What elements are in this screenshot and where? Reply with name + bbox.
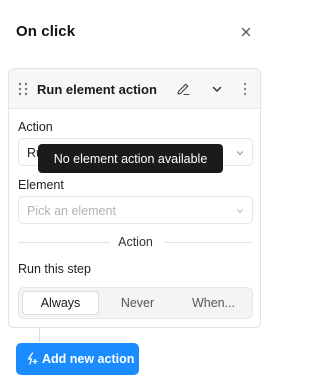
element-label: Element [18, 178, 64, 192]
element-select[interactable]: Pick an element [18, 196, 253, 224]
action-card-header: Run element action [9, 69, 260, 109]
action-card: Run element action Action Ru Element Pic… [8, 68, 261, 328]
run-step-segmented-control: Always Never When... [18, 287, 253, 319]
add-action-icon [27, 352, 38, 365]
chevron-down-icon [236, 151, 244, 156]
action-label: Action [18, 120, 53, 134]
action-card-title: Run element action [37, 82, 157, 97]
connector-line [39, 328, 40, 342]
panel-header: On click [0, 0, 269, 64]
action-section-divider: Action [18, 235, 253, 249]
run-step-label: Run this step [18, 262, 91, 276]
run-step-option-always[interactable]: Always [22, 291, 99, 315]
chevron-down-icon[interactable] [210, 82, 224, 96]
close-icon[interactable] [238, 24, 254, 40]
tooltip: No element action available [38, 144, 223, 173]
element-select-placeholder: Pick an element [27, 204, 116, 218]
panel-title: On click [16, 23, 76, 40]
chevron-down-icon [236, 209, 244, 214]
run-step-option-when[interactable]: When... [176, 291, 251, 315]
edit-icon[interactable] [175, 81, 191, 97]
add-new-action-label: Add new action [42, 352, 135, 366]
divider-line [164, 242, 253, 243]
run-step-option-never[interactable]: Never [99, 291, 176, 315]
drag-handle-icon[interactable] [17, 81, 29, 97]
more-vertical-icon[interactable] [241, 81, 249, 97]
add-new-action-button[interactable]: Add new action [16, 343, 139, 375]
